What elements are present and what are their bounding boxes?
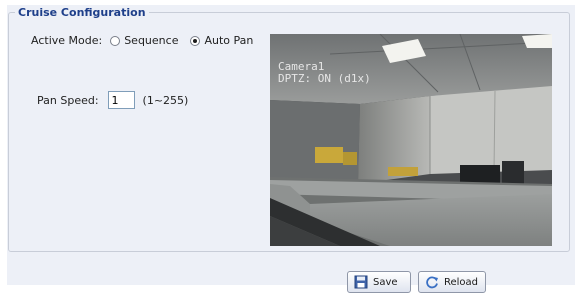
save-button[interactable]: Save: [347, 271, 411, 293]
section-title: Cruise Configuration: [18, 6, 146, 19]
save-disk-icon: [354, 275, 368, 289]
reload-icon: [425, 275, 439, 289]
pan-speed-row: Pan Speed: (1~255): [37, 91, 188, 109]
camera-overlay: Camera1 DPTZ: ON (d1x): [278, 61, 371, 85]
camera-preview: Camera1 DPTZ: ON (d1x): [270, 34, 552, 246]
radio-sequence-label: Sequence: [124, 34, 179, 47]
active-mode-label: Active Mode:: [31, 34, 103, 47]
radio-auto-pan-indicator[interactable]: [190, 35, 201, 46]
reload-button[interactable]: Reload: [418, 271, 486, 293]
pan-speed-label: Pan Speed:: [37, 93, 99, 107]
radio-sequence[interactable]: Sequence: [110, 34, 178, 47]
save-button-label: Save: [373, 276, 398, 288]
radio-auto-pan-label: Auto Pan: [204, 34, 254, 47]
radio-auto-pan[interactable]: Auto Pan: [190, 34, 253, 47]
pan-speed-input[interactable]: [107, 91, 135, 109]
active-mode-row: Active Mode: Sequence Auto Pan: [31, 34, 265, 47]
pan-speed-range: (1~255): [142, 93, 189, 107]
radio-sequence-indicator[interactable]: [110, 35, 121, 46]
reload-button-label: Reload: [444, 276, 479, 288]
camera-dptz-status: DPTZ: ON (d1x): [278, 72, 371, 85]
